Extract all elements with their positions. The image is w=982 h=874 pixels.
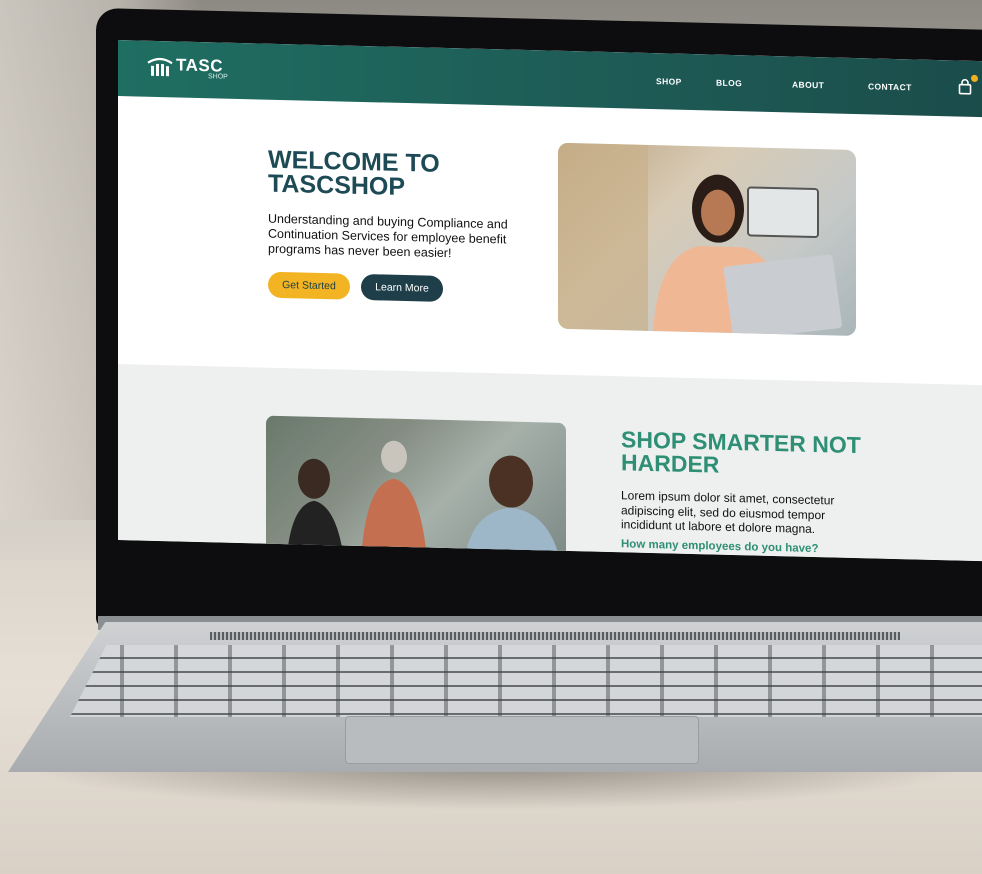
nav-about[interactable]: ABOUT	[792, 79, 824, 90]
team-photo	[266, 415, 566, 553]
shop-smarter-section: SHOP SMARTER NOT HARDER Lorem ipsum dolo…	[118, 364, 982, 562]
logo-subtext: SHOP	[208, 73, 228, 81]
hero-text: Understanding and buying Compliance and …	[268, 211, 508, 261]
section2-text: Lorem ipsum dolor sit amet, consectetur …	[621, 488, 835, 537]
shopping-bag-icon[interactable]	[958, 78, 972, 95]
get-started-button[interactable]: Get Started	[268, 271, 350, 300]
nav-blog[interactable]: BLOG	[716, 78, 742, 89]
hero-photo	[558, 142, 856, 337]
keyboard-rows	[70, 645, 982, 717]
logo-icon	[147, 57, 173, 77]
team-illustration	[266, 415, 566, 553]
learn-more-button[interactable]: Learn More	[361, 273, 443, 302]
nav-contact[interactable]: CONTACT	[868, 81, 912, 92]
nav-shop[interactable]: SHOP	[656, 76, 682, 87]
laptop-screen: TASC SHOP SHOP BLOG ABOUT CONTACT WELCOM…	[118, 40, 982, 562]
logo[interactable]: TASC SHOP	[146, 53, 236, 85]
cart-badge	[971, 74, 978, 83]
section2-title: SHOP SMARTER NOT HARDER	[621, 426, 861, 478]
speaker-grille	[210, 632, 900, 640]
hero-title: WELCOME TO TASCSHOP	[268, 145, 440, 202]
woman-at-laptop-illustration	[558, 142, 842, 337]
trackpad	[345, 716, 699, 764]
